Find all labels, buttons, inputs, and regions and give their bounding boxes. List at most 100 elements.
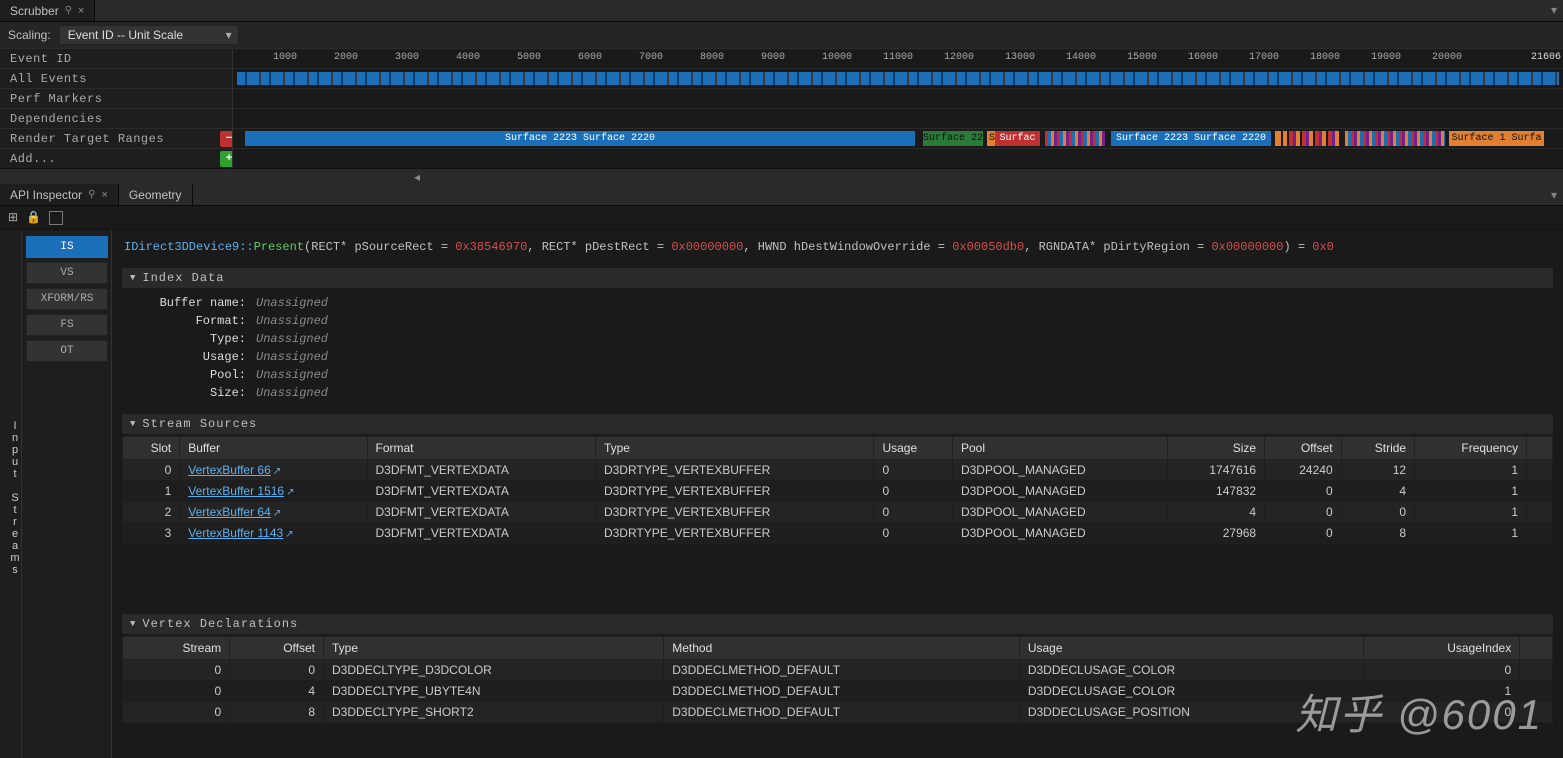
table-row[interactable]: 3VertexBuffer 1143↗D3DFMT_VERTEXDATAD3DR… (123, 523, 1553, 544)
col-header[interactable]: Pool (952, 437, 1167, 460)
api-method: Present (254, 240, 304, 254)
tab-geometry[interactable]: Geometry (119, 184, 193, 205)
tick-axis[interactable]: 21606 1000200030004000500060007000800090… (232, 50, 1563, 68)
tick: 19000 (1371, 52, 1401, 63)
section-stream-sources[interactable]: ▼Stream Sources (122, 414, 1553, 434)
collapse-icon[interactable]: ▼ (130, 619, 136, 629)
kv-key: Type (136, 330, 246, 348)
buffer-link[interactable]: VertexBuffer 66 (188, 463, 271, 477)
stage-button-ot[interactable]: OT (26, 340, 108, 362)
kv-val: Unassigned (256, 294, 328, 312)
section-index-data[interactable]: ▼Index Data (122, 268, 1553, 288)
tick: 20000 (1432, 52, 1462, 63)
kv-val: Unassigned (256, 384, 328, 402)
stage-column: IS VS XFORM/RS FS OT (22, 230, 112, 758)
tab-api-inspector[interactable]: API Inspector ⚲ × (0, 184, 119, 205)
collapse-icon[interactable]: ▼ (130, 273, 136, 283)
scroll-left-icon[interactable]: ◂ (414, 170, 420, 185)
scaling-dropdown[interactable]: Event ID -- Unit Scale (59, 25, 239, 45)
scrubber-hscroll[interactable]: ◂ (0, 168, 1563, 184)
panel-options-icon[interactable]: ▾ (1551, 3, 1563, 18)
lock-icon[interactable]: 🔒 (26, 210, 41, 225)
rtr-bar-2[interactable]: Surface 22 (923, 131, 983, 146)
col-header[interactable]: Offset (1265, 437, 1342, 460)
col-header[interactable]: Method (664, 637, 1020, 660)
rtr-bar-4[interactable]: Surface 2223 Surface 2220 (1111, 131, 1271, 146)
kv-val: Unassigned (256, 348, 328, 366)
rtr-bar-3[interactable]: Surfac (995, 131, 1040, 146)
track-rtr[interactable]: Surface 2223 Surface 2220 Surface 22 S S… (232, 129, 1563, 148)
close-icon[interactable]: × (101, 189, 107, 201)
pin-icon[interactable]: ⚲ (65, 5, 72, 16)
square-icon[interactable] (49, 211, 63, 225)
collapse-icon[interactable]: ▼ (130, 419, 136, 429)
kv-key: Usage (136, 348, 246, 366)
col-header[interactable]: Buffer (180, 437, 367, 460)
col-header[interactable]: Usage (1019, 637, 1363, 660)
stage-button-fs[interactable]: FS (26, 314, 108, 336)
buffer-link[interactable]: VertexBuffer 64 (188, 505, 271, 519)
section-vertex-decl[interactable]: ▼Vertex Declarations (122, 614, 1553, 634)
external-link-icon[interactable]: ↗ (285, 529, 293, 540)
tab-scrubber[interactable]: Scrubber ⚲ × (0, 0, 95, 21)
tick: 12000 (944, 52, 974, 63)
table-row[interactable]: 2VertexBuffer 64↗D3DFMT_VERTEXDATAD3DRTY… (123, 502, 1553, 523)
col-header[interactable]: Size (1168, 437, 1265, 460)
col-header[interactable]: Type (324, 637, 664, 660)
rtr-bar-sep[interactable] (1275, 131, 1281, 146)
tree-icon[interactable]: ⊞ (8, 210, 18, 225)
inspector-toolbar: ⊞ 🔒 (0, 206, 1563, 230)
tick: 9000 (761, 52, 785, 63)
buffer-link[interactable]: VertexBuffer 1516 (188, 484, 284, 498)
pin-icon[interactable]: ⚲ (88, 189, 95, 200)
tick: 4000 (456, 52, 480, 63)
kv-val: Unassigned (256, 312, 328, 330)
tab-scrubber-label: Scrubber (10, 4, 59, 18)
tick: 17000 (1249, 52, 1279, 63)
tick: 6000 (578, 52, 602, 63)
label-add[interactable]: Add... (0, 152, 220, 166)
rtr-bar-5[interactable]: Surface 1 Surfa (1449, 131, 1544, 146)
rtr-bar-stripe3[interactable] (1345, 131, 1445, 146)
external-link-icon[interactable]: ↗ (273, 508, 281, 519)
table-row[interactable]: 0VertexBuffer 66↗D3DFMT_VERTEXDATAD3DRTY… (123, 460, 1553, 481)
kv-key: Size (136, 384, 246, 402)
col-header[interactable]: Type (595, 437, 873, 460)
col-header[interactable]: Stride (1341, 437, 1414, 460)
stage-button-vs[interactable]: VS (26, 262, 108, 284)
panel-options-icon[interactable]: ▾ (1551, 188, 1563, 202)
close-icon[interactable]: × (78, 5, 84, 17)
track-deps[interactable] (232, 109, 1563, 128)
track-all-events[interactable] (232, 69, 1563, 88)
kv-val: Unassigned (256, 366, 328, 384)
table-row[interactable]: 00D3DDECLTYPE_D3DCOLORD3DDECLMETHOD_DEFA… (123, 660, 1553, 681)
track-perf[interactable] (232, 89, 1563, 108)
col-header[interactable]: Frequency (1415, 437, 1527, 460)
col-header[interactable]: Format (367, 437, 595, 460)
kv-val: Unassigned (256, 330, 328, 348)
table-row[interactable]: 1VertexBuffer 1516↗D3DFMT_VERTEXDATAD3DR… (123, 481, 1553, 502)
col-header[interactable]: Slot (123, 437, 180, 460)
external-link-icon[interactable]: ↗ (273, 466, 281, 477)
col-header[interactable]: Offset (230, 637, 324, 660)
rtr-bar-stripe1[interactable] (1045, 131, 1105, 146)
col-header[interactable]: UsageIndex (1364, 637, 1520, 660)
tick: 5000 (517, 52, 541, 63)
scaling-label: Scaling: (8, 28, 51, 42)
col-header[interactable]: Stream (123, 637, 230, 660)
buffer-link[interactable]: VertexBuffer 1143 (188, 526, 283, 540)
label-deps: Dependencies (0, 112, 232, 126)
label-rtr: Render Target Ranges (0, 132, 220, 146)
api-call-line: IDirect3DDevice9::Present(RECT* pSourceR… (122, 236, 1553, 258)
col-header[interactable]: Usage (874, 437, 953, 460)
inspector-main: IDirect3DDevice9::Present(RECT* pSourceR… (112, 230, 1563, 758)
stage-button-xformrs[interactable]: XFORM/RS (26, 288, 108, 310)
row-add: Add... + (0, 148, 1563, 168)
stage-button-is[interactable]: IS (26, 236, 108, 258)
tick: 18000 (1310, 52, 1340, 63)
rtr-bar-1[interactable]: Surface 2223 Surface 2220 (245, 131, 915, 146)
inspector-tabbar: API Inspector ⚲ × Geometry ▾ (0, 184, 1563, 206)
external-link-icon[interactable]: ↗ (286, 487, 294, 498)
scrubber-options: Scaling: Event ID -- Unit Scale (0, 22, 1563, 48)
rtr-bar-stripe2[interactable] (1283, 131, 1341, 146)
